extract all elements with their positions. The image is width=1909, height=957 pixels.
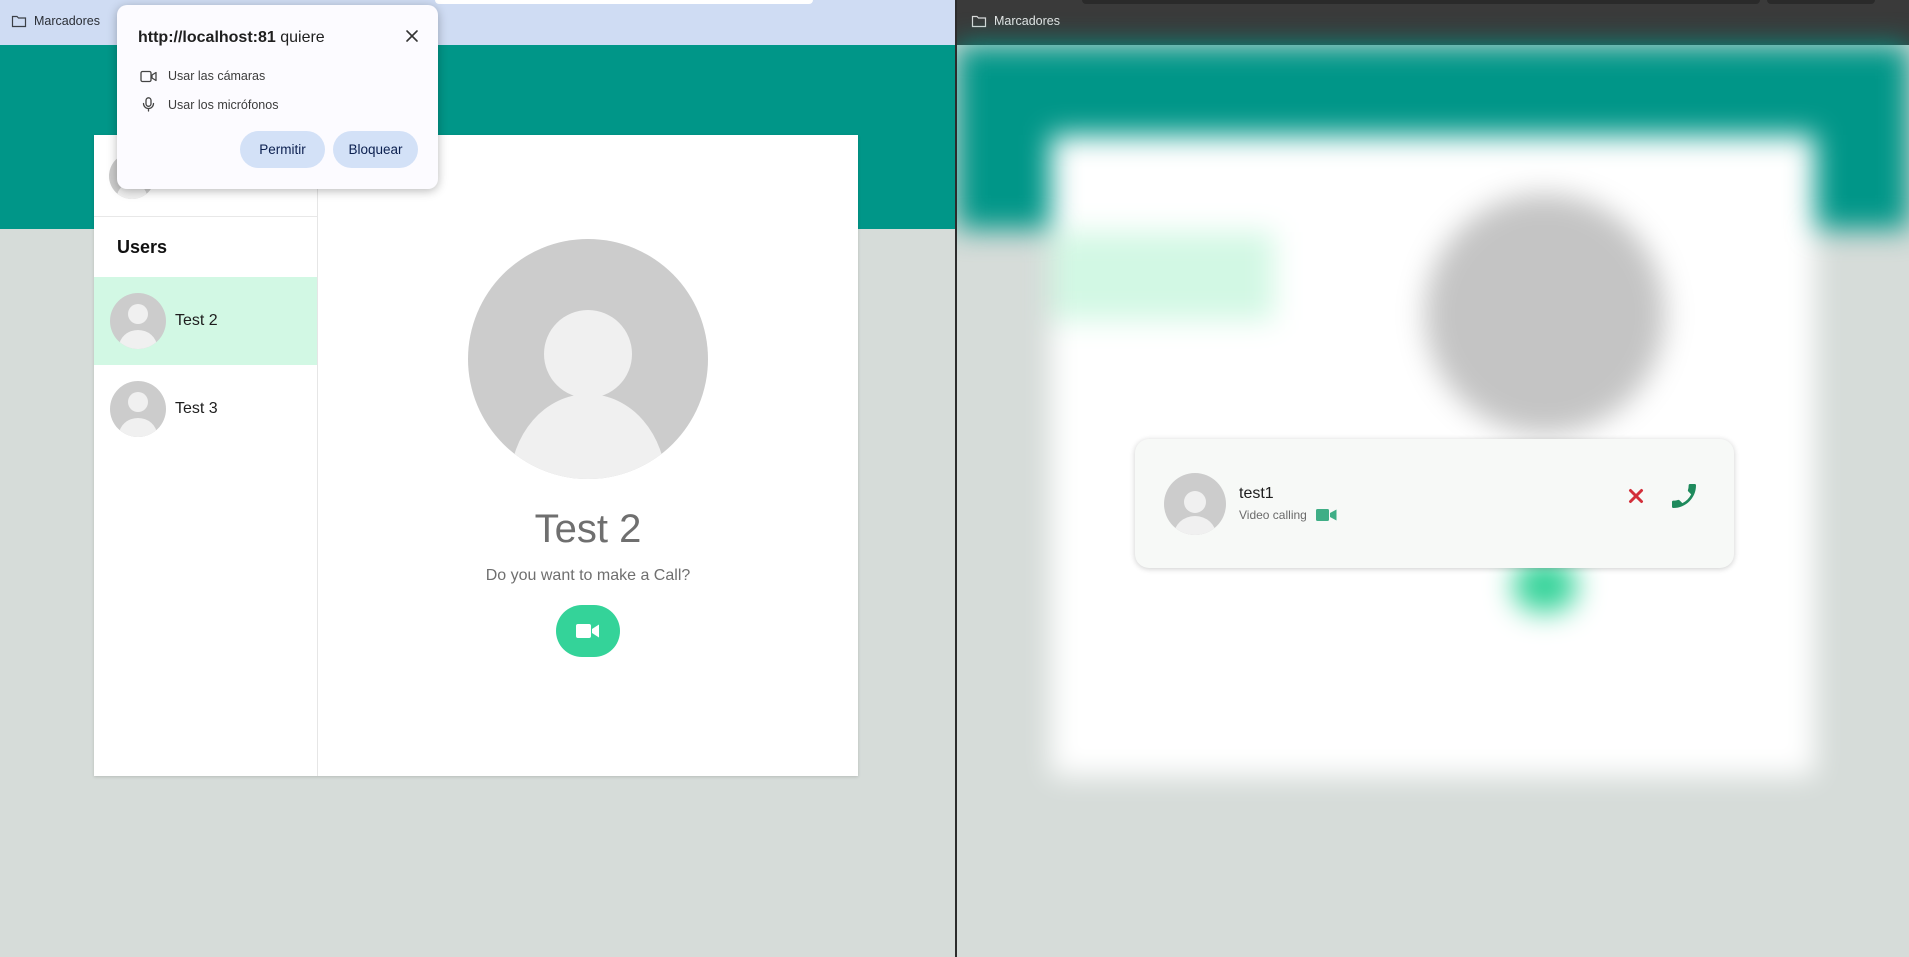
bookmarks-folder-label: Marcadores — [994, 14, 1060, 28]
user-avatar — [110, 381, 166, 437]
bookmarks-folder-label: Marcadores — [34, 14, 100, 28]
decline-call-button[interactable] — [1620, 480, 1652, 512]
permission-title: http://localhost:81 quiere — [138, 29, 325, 47]
address-bar-edge — [1082, 0, 1760, 4]
left-browser-window: Marcadores p Users — [0, 0, 955, 957]
bookmarks-bar: Marcadores — [957, 0, 1909, 45]
bookmarks-folder[interactable]: Marcadores — [971, 14, 1060, 28]
video-camera-icon — [140, 70, 157, 82]
person-icon — [1174, 491, 1216, 535]
folder-icon — [11, 15, 27, 28]
users-heading: Users — [117, 237, 168, 257]
toolbar-button-edge — [1767, 0, 1875, 4]
person-icon — [510, 310, 666, 479]
close-icon[interactable] — [403, 27, 421, 45]
permission-camera-row: Usar las cámaras — [140, 69, 265, 83]
call-type: Video calling — [1239, 508, 1337, 522]
permission-origin: http://localhost:81 — [138, 29, 276, 46]
permission-title-suffix: quiere — [275, 29, 325, 46]
contact-pane: Test 2 Do you want to make a Call? — [318, 135, 858, 776]
video-camera-icon — [576, 624, 599, 638]
caller-avatar — [1164, 473, 1226, 535]
right-browser-window: Marcadores test1 Video calling — [957, 0, 1909, 957]
person-icon — [119, 304, 157, 349]
chat-app-card: p Users Test 2 — [94, 135, 858, 776]
user-name: Test 2 — [175, 312, 218, 329]
video-camera-icon — [1315, 509, 1337, 521]
call-prompt: Do you want to make a Call? — [485, 567, 691, 584]
bookmarks-folder[interactable]: Marcadores — [11, 14, 100, 28]
permission-camera-label: Usar las cámaras — [168, 69, 266, 83]
permission-microphone-row: Usar los micrófonos — [140, 97, 278, 112]
user-item-test-3[interactable]: Test 3 — [94, 365, 317, 453]
block-button[interactable]: Bloquear — [333, 131, 418, 168]
folder-icon — [971, 15, 987, 28]
user-name: Test 3 — [175, 400, 218, 417]
person-icon — [119, 392, 157, 437]
permission-microphone-label: Usar los micrófonos — [168, 97, 279, 112]
accept-call-button[interactable] — [1668, 480, 1700, 512]
incoming-call-dialog: test1 Video calling — [1135, 439, 1734, 568]
user-item-test-2[interactable]: Test 2 — [94, 277, 317, 365]
user-avatar — [110, 293, 166, 349]
contact-avatar — [468, 239, 708, 479]
contact-name: Test 2 — [534, 507, 642, 551]
close-icon — [1629, 489, 1643, 503]
allow-button[interactable]: Permitir — [240, 131, 325, 168]
users-sidebar: p Users Test 2 — [94, 135, 318, 776]
caller-name: test1 — [1239, 485, 1274, 502]
video-call-button[interactable] — [556, 605, 620, 657]
address-bar-edge — [435, 0, 813, 4]
phone-icon — [1672, 484, 1696, 508]
call-type-label: Video calling — [1239, 508, 1307, 522]
microphone-icon — [142, 97, 155, 112]
permission-popup: http://localhost:81 quiere Usar las cáma… — [117, 5, 438, 189]
